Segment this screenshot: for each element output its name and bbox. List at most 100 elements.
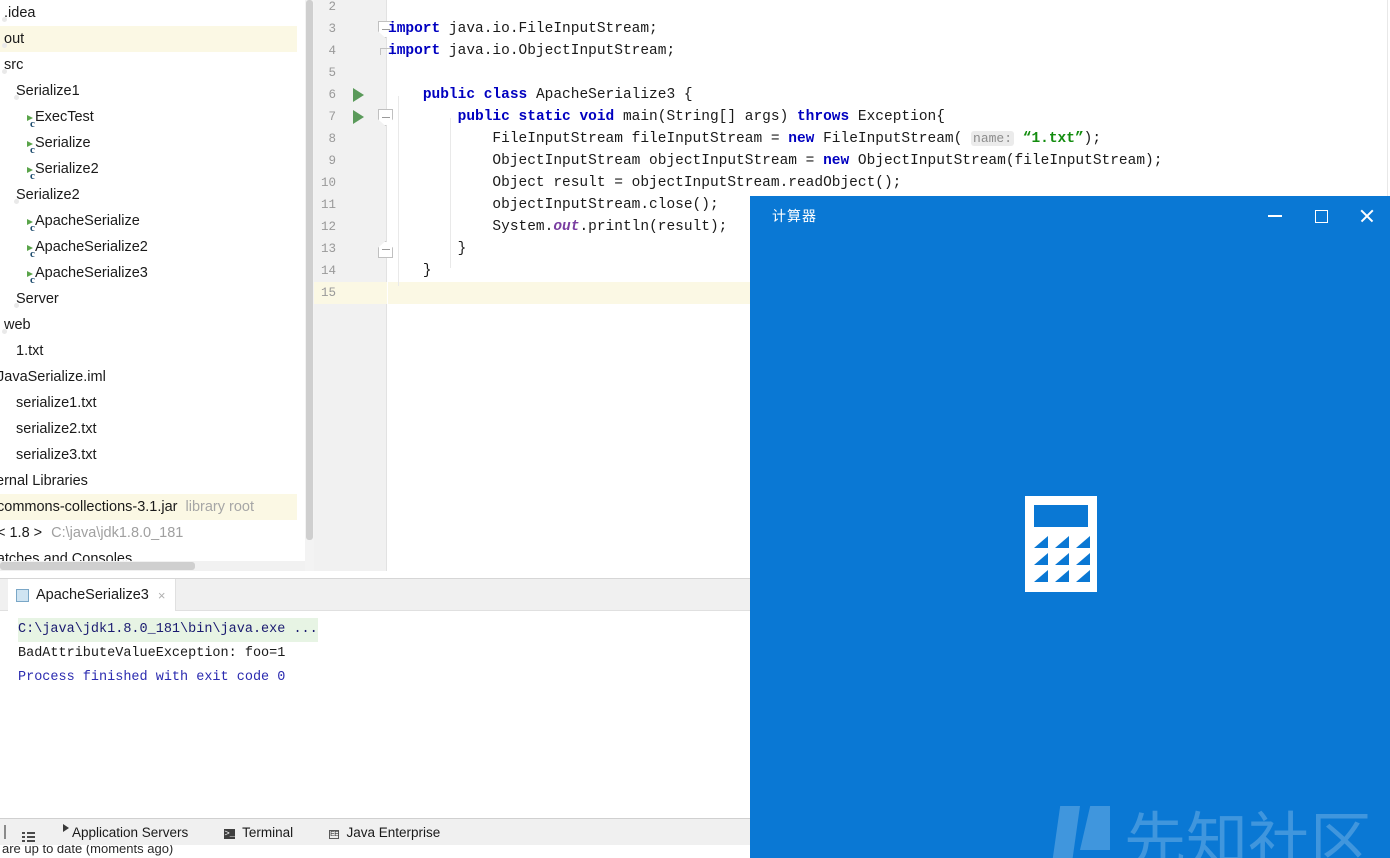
window-controls[interactable] — [1252, 196, 1390, 236]
tree-item-commons-collections-3-1-jar[interactable]: commons-collections-3.1.jar library root — [0, 494, 297, 520]
code-line[interactable]: FileInputStream fileInputStream = new Fi… — [388, 128, 1390, 150]
tree-item-serialize1[interactable]: Serialize1 — [0, 78, 297, 104]
run-tab-apacheserialize3[interactable]: ApacheSerialize3 × — [8, 579, 177, 611]
tree-item-apacheserialize3[interactable]: ApacheSerialize3 — [0, 260, 297, 286]
code-token: out — [553, 219, 580, 235]
status-bar-item-java-enterprise[interactable]: EE Java Enterprise — [329, 824, 440, 840]
tree-item-out[interactable]: out — [0, 26, 297, 52]
run-gutter-icon[interactable] — [353, 110, 364, 124]
tree-item-label: Serialize2 — [16, 187, 80, 203]
code-token: ApacheSerialize3 { — [535, 87, 693, 103]
status-bar-item-label: Terminal — [242, 824, 294, 840]
code-token: import — [388, 21, 449, 37]
zhiz-logo-icon — [1050, 806, 1112, 858]
close-icon[interactable]: × — [158, 588, 166, 603]
run-configuration-icon — [16, 588, 29, 602]
tree-item-javaserialize-iml[interactable]: JavaSerialize.iml — [0, 364, 297, 390]
tree-item-idea[interactable]: .idea — [0, 0, 297, 26]
code-line[interactable]: public class ApacheSerialize3 { — [388, 84, 1390, 106]
tree-item-server[interactable]: Server — [0, 286, 297, 312]
calculator-icon-key — [1055, 536, 1069, 548]
status-bar-left-stub — [4, 825, 12, 839]
tree-item-label: Serialize1 — [16, 83, 80, 99]
project-tree-vertical-scrollbar[interactable] — [305, 0, 314, 571]
tree-item-label: 1.txt — [16, 343, 44, 359]
code-line[interactable] — [388, 62, 1390, 84]
tree-item-label: ExecTest — [35, 109, 94, 125]
calculator-icon-key — [1076, 553, 1090, 565]
code-line[interactable] — [388, 0, 1390, 18]
line-number: 15 — [320, 286, 336, 300]
line-number: 2 — [328, 0, 336, 14]
tree-item-1-8[interactable]: < 1.8 > C:\java\jdk1.8.0_181 — [0, 520, 297, 546]
tree-item-apacheserialize[interactable]: ApacheSerialize — [0, 208, 297, 234]
scrollbar-thumb[interactable] — [306, 0, 313, 540]
tree-item-serialize2[interactable]: Serialize2 — [0, 182, 297, 208]
tree-item-serialize2-txt[interactable]: serialize2.txt — [0, 416, 297, 442]
editor-gutter[interactable]: 2 3 4 5 6 7 8 9 10 11 12 13 14 15 — [314, 0, 393, 571]
tree-item-serialize1-txt[interactable]: serialize1.txt — [0, 390, 297, 416]
calculator-icon-key — [1076, 536, 1090, 548]
code-token: ObjectInputStream objectInputStream = — [492, 153, 824, 169]
code-token: import — [388, 43, 449, 59]
tree-item-label: serialize2.txt — [16, 421, 97, 437]
code-line[interactable]: Object result = objectInputStream.readOb… — [388, 172, 1390, 194]
status-bar-item-label: Java Enterprise — [346, 824, 441, 840]
code-token: new — [823, 153, 858, 169]
tree-item-web[interactable]: web — [0, 312, 297, 338]
tree-item-apacheserialize2[interactable]: ApacheSerialize2 — [0, 234, 297, 260]
tree-item-src[interactable]: src — [0, 52, 297, 78]
tree-item-serialize2[interactable]: Serialize2 — [0, 156, 297, 182]
line-number: 10 — [320, 176, 336, 190]
project-tool-window[interactable]: .idea out src Serialize1 ExecTest Serialize Se… — [0, 0, 314, 571]
code-token: objectInputStream.close(); — [492, 197, 719, 213]
run-gutter-icon[interactable] — [353, 88, 364, 102]
line-number: 11 — [320, 198, 336, 212]
status-bar-item-terminal[interactable]: >_ Terminal — [224, 824, 293, 840]
calculator-title-bar[interactable]: 计算器 — [750, 196, 1390, 236]
tree-item-label: Serialize2 — [35, 161, 99, 177]
calculator-icon-key — [1055, 553, 1069, 565]
tree-item-ternal-libraries[interactable]: ternal Libraries — [0, 468, 297, 494]
calculator-body[interactable]: 先知社区 — [750, 236, 1390, 858]
project-tree-horizontal-scrollbar[interactable] — [0, 561, 305, 571]
code-token: } — [457, 241, 467, 257]
code-token: name: — [971, 131, 1015, 146]
code-token: throws — [796, 109, 858, 125]
minimize-icon[interactable] — [1252, 196, 1298, 236]
code-token: ); — [1083, 131, 1102, 147]
maximize-icon[interactable] — [1298, 196, 1344, 236]
code-line[interactable]: ObjectInputStream objectInputStream = ne… — [388, 150, 1390, 172]
tree-item-serialize[interactable]: Serialize — [0, 130, 297, 156]
console-line-text: BadAttributeValueException: foo=1 — [18, 646, 286, 661]
code-line[interactable]: import java.io.FileInputStream; — [388, 18, 1390, 40]
watermark-text: 先知社区 — [1124, 805, 1373, 858]
code-line[interactable]: public static void main(String[] args) t… — [388, 106, 1390, 128]
line-number: 14 — [320, 264, 336, 278]
code-token: java.io.FileInputStream; — [448, 21, 658, 37]
code-line[interactable]: import java.io.ObjectInputStream; — [388, 40, 1390, 62]
calculator-window[interactable]: 计算器 先知社区 — [750, 196, 1390, 858]
tree-item-label: ApacheSerialize2 — [35, 239, 148, 255]
indent-guide — [450, 118, 451, 268]
tree-item-exectest[interactable]: ExecTest — [0, 104, 297, 130]
status-bar-item-application-servers[interactable]: Application Servers — [65, 825, 188, 840]
project-tree[interactable]: .idea out src Serialize1 ExecTest Serialize Se… — [0, 0, 297, 571]
tree-item-label: src — [4, 57, 24, 73]
line-number: 13 — [320, 242, 336, 256]
tree-item-label: .idea — [4, 5, 36, 21]
indent-guide — [398, 96, 399, 286]
line-number: 4 — [328, 44, 336, 58]
scrollbar-thumb[interactable] — [0, 562, 195, 570]
code-token: “1.txt” — [1022, 131, 1084, 147]
tree-item-suffix: C:\java\jdk1.8.0_181 — [51, 525, 184, 541]
line-number: 5 — [328, 66, 336, 80]
tree-item-suffix: library root — [185, 499, 255, 515]
tree-item-1-txt[interactable]: 1.txt — [0, 338, 297, 364]
tree-item-label: JavaSerialize.iml — [0, 369, 106, 385]
calculator-icon — [1025, 496, 1097, 592]
tree-item-serialize3-txt[interactable]: serialize3.txt — [0, 442, 297, 468]
run-tab-label: ApacheSerialize3 — [36, 587, 149, 603]
close-icon[interactable] — [1344, 196, 1390, 236]
code-token: main(String[] args) — [622, 109, 797, 125]
